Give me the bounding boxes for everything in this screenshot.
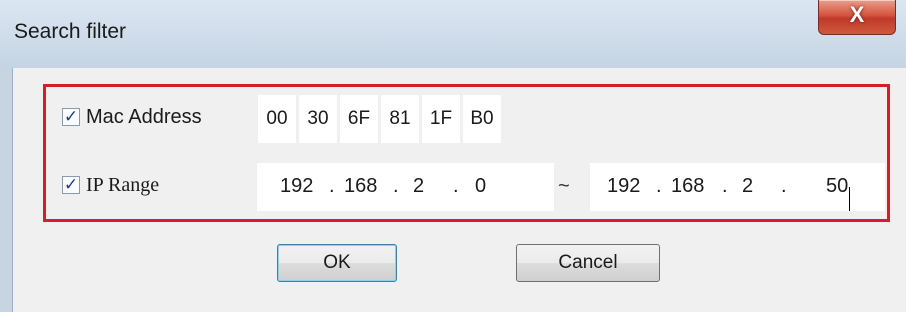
mac-octet-4[interactable]: 81	[381, 95, 419, 143]
dialog-body: ✓ Mac Address 00 30 6F 81 1F B0 ✓ IP Ran…	[12, 68, 906, 312]
title-bar: Search filter X	[0, 0, 906, 68]
mac-octet-3[interactable]: 6F	[340, 95, 378, 143]
ip-start-octet-1: 192	[280, 175, 314, 197]
ip-dot: .	[722, 175, 728, 197]
mac-octet-6[interactable]: B0	[463, 95, 501, 143]
checkmark-icon: ✓	[63, 175, 79, 194]
ip-start-octet-2: 168	[344, 175, 378, 197]
ip-start-octet-4: 0	[475, 175, 487, 197]
mac-octet-1[interactable]: 00	[258, 95, 296, 143]
ip-dot: .	[453, 175, 459, 197]
mac-address-row: ✓ Mac Address 00 30 6F 81 1F B0	[46, 95, 886, 143]
ip-dot: .	[329, 175, 335, 197]
ip-dot: .	[393, 175, 399, 197]
checkmark-icon: ✓	[63, 107, 79, 126]
close-icon: X	[849, 2, 865, 27]
ip-range-row: ✓ IP Range 192 . 168 . 2 . 0 ~ 192 . 168…	[46, 163, 886, 211]
cancel-button[interactable]: Cancel	[516, 244, 660, 282]
ip-range-checkbox[interactable]: ✓	[62, 175, 80, 194]
ip-range-label: IP Range	[86, 174, 160, 196]
ip-end-octet-1: 192	[607, 175, 641, 197]
mac-octet-2[interactable]: 30	[299, 95, 337, 143]
ip-dot: .	[656, 175, 662, 197]
dialog-title: Search filter	[14, 20, 127, 43]
mac-octet-5[interactable]: 1F	[422, 95, 460, 143]
ip-end-octet-2: 168	[671, 175, 705, 197]
ip-range-end-input[interactable]: 192 . 168 . 2 . 50	[590, 163, 885, 211]
highlight-frame: ✓ Mac Address 00 30 6F 81 1F B0 ✓ IP Ran…	[43, 84, 890, 222]
mac-address-label: Mac Address	[86, 106, 202, 128]
ip-dot: .	[781, 175, 787, 197]
ok-button[interactable]: OK	[277, 244, 397, 282]
close-button[interactable]: X	[818, 0, 896, 35]
ip-range-start-input[interactable]: 192 . 168 . 2 . 0	[257, 163, 554, 211]
ip-start-octet-3: 2	[413, 175, 425, 197]
ip-end-octet-4: 50	[826, 175, 849, 197]
ip-end-octet-3: 2	[742, 175, 754, 197]
range-separator: ~	[558, 175, 570, 197]
mac-address-checkbox[interactable]: ✓	[62, 107, 80, 126]
